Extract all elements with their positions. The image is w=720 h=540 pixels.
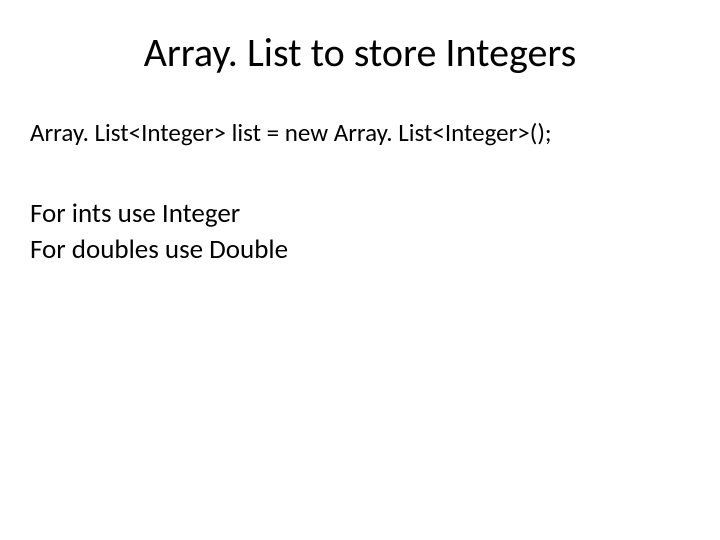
body-line-1: For ints use Integer bbox=[30, 196, 690, 232]
code-declaration: Array. List<Integer> list = new Array. L… bbox=[30, 117, 690, 148]
slide-title: Array. List to store Integers bbox=[30, 28, 690, 77]
body-line-2: For doubles use Double bbox=[30, 232, 690, 268]
body-text: For ints use Integer For doubles use Dou… bbox=[30, 196, 690, 269]
slide-container: Array. List to store Integers Array. Lis… bbox=[0, 0, 720, 540]
